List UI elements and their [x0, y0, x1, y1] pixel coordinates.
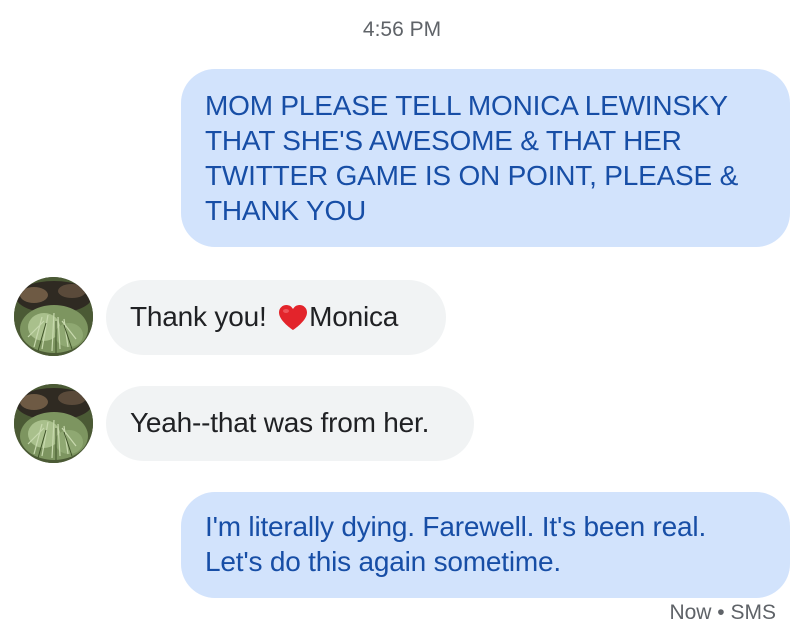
message-thread: 4:56 PM MOM PLEASE TELL MONICA LEWINSKY … [0, 0, 804, 637]
avatar-photo [14, 277, 93, 356]
contact-avatar[interactable] [14, 277, 93, 356]
contact-avatar[interactable] [14, 384, 93, 463]
heart-icon [278, 304, 308, 339]
message-signature: Monica [309, 301, 399, 332]
incoming-message-bubble[interactable]: Thank you! Monica [106, 280, 446, 355]
message-status: Now • SMS [669, 601, 776, 624]
outgoing-message-bubble[interactable]: MOM PLEASE TELL MONICA LEWINSKY THAT SHE… [181, 69, 790, 247]
avatar-photo [14, 384, 93, 463]
thread-timestamp: 4:56 PM [362, 18, 442, 41]
incoming-message-bubble[interactable]: Yeah--that was from her. [106, 386, 474, 461]
message-text: Thank you! [130, 301, 275, 332]
outgoing-message-bubble[interactable]: I'm literally dying. Farewell. It's been… [181, 492, 790, 598]
